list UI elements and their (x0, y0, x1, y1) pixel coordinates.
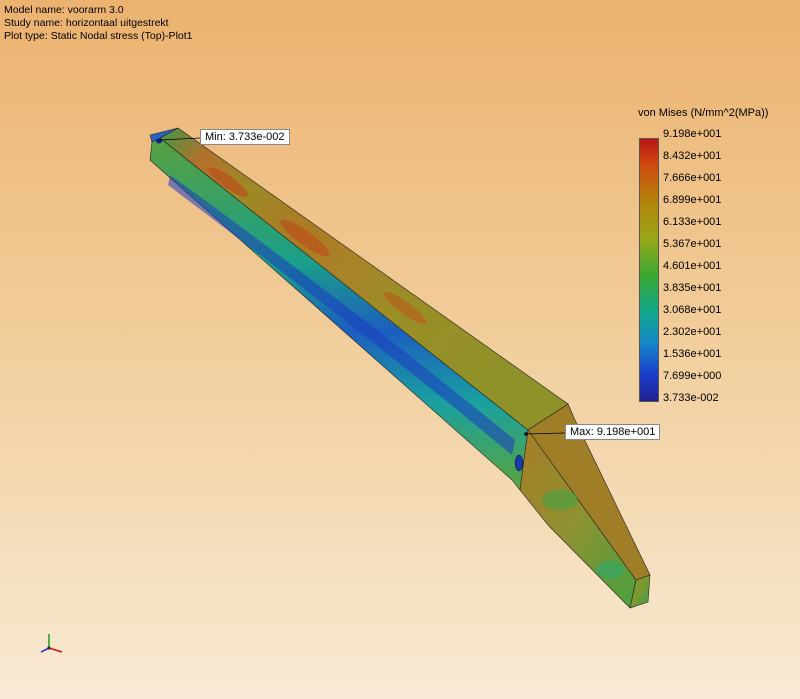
min-callout-label: Min: 3.733e-002 (205, 131, 285, 143)
legend-tick: 7.666e+001 (663, 172, 722, 184)
legend-tick: 9.198e+001 (663, 128, 722, 140)
legend-tick: 7.699e+000 (663, 370, 722, 382)
legend-tick: 1.536e+001 (663, 348, 722, 360)
legend-tick: 6.133e+001 (663, 216, 722, 228)
legend-colorbar[interactable] (639, 138, 659, 402)
legend-tick: 8.432e+001 (663, 150, 722, 162)
legend-tick: 2.302e+001 (663, 326, 722, 338)
legend-tick: 3.835e+001 (663, 282, 722, 294)
legend-tick: 3.733e-002 (663, 392, 719, 404)
max-callout[interactable]: Max: 9.198e+001 (565, 424, 661, 440)
stress-patch (542, 490, 578, 510)
pin-hole-left (156, 138, 162, 144)
max-callout-label: Max: 9.198e+001 (570, 426, 656, 438)
low-stress-band (168, 175, 515, 455)
graphics-viewport[interactable]: Model name: voorarm 3.0 Study name: hori… (0, 0, 800, 699)
legend-tick: 6.899e+001 (663, 194, 722, 206)
legend-ticks: 9.198e+001 8.432e+001 7.666e+001 6.899e+… (663, 128, 743, 408)
stress-patch (596, 561, 624, 579)
xyz-axis-triad-icon (40, 634, 63, 653)
legend-tick: 3.068e+001 (663, 304, 722, 316)
max-marker (524, 432, 528, 436)
pin-hole-joint (514, 454, 524, 472)
legend-tick: 5.367e+001 (663, 238, 722, 250)
min-callout[interactable]: Min: 3.733e-002 (200, 129, 290, 145)
legend-title: von Mises (N/mm^2(MPa)) (638, 107, 769, 119)
legend-tick: 4.601e+001 (663, 260, 722, 272)
